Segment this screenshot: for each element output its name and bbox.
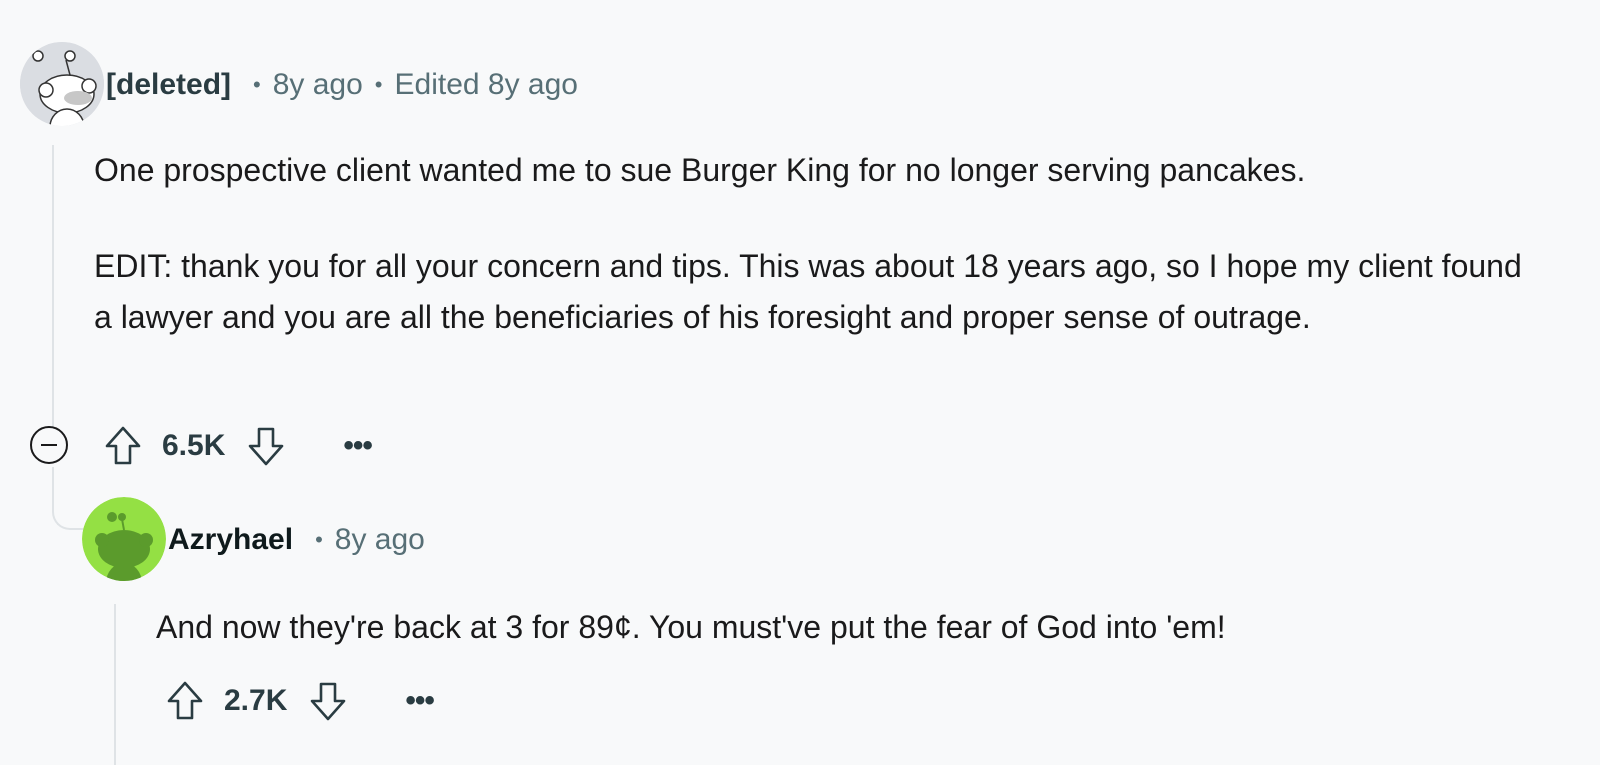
downvote-icon[interactable]: [309, 680, 347, 722]
collapse-thread-button[interactable]: [30, 426, 68, 464]
comment-avatar[interactable]: [20, 42, 104, 126]
thread-line-reply: [114, 604, 116, 765]
comment-meta: [deleted] • 8y ago • Edited 8y ago: [106, 66, 578, 104]
comment-actions: 6.5K •••: [104, 424, 373, 468]
upvote-icon[interactable]: [166, 680, 204, 722]
comment-paragraph-2: EDIT: thank you for all your concern and…: [94, 248, 1522, 335]
reply-avatar[interactable]: [82, 497, 166, 581]
comment-edited: Edited 8y ago: [394, 68, 578, 101]
reply-text: And now they're back at 3 for 89¢. You m…: [156, 609, 1226, 645]
snoo-avatar-icon: [82, 497, 166, 581]
comment-paragraph-1: One prospective client wanted me to sue …: [94, 152, 1306, 188]
reply-time[interactable]: 8y ago: [335, 523, 425, 557]
comment-time[interactable]: 8y ago: [273, 68, 363, 102]
thread-connector: [52, 490, 84, 530]
meta-separator: •: [374, 72, 383, 97]
downvote-icon[interactable]: [247, 425, 285, 467]
thread-line-main: [52, 145, 54, 427]
meta-separator: •: [253, 72, 261, 97]
comment-score: 6.5K: [162, 429, 226, 462]
comment-author[interactable]: [deleted]: [106, 68, 231, 102]
reply-score: 2.7K: [224, 684, 288, 717]
upvote-icon[interactable]: [104, 425, 142, 467]
reply-author[interactable]: Azryhael: [168, 523, 293, 557]
more-options-button[interactable]: •••: [405, 684, 434, 718]
more-options-button[interactable]: •••: [343, 429, 372, 463]
reply-actions: 2.7K •••: [166, 679, 435, 723]
snoo-avatar-icon: [20, 42, 104, 126]
meta-separator: •: [315, 527, 323, 552]
reply-meta: Azryhael • 8y ago: [168, 521, 425, 559]
